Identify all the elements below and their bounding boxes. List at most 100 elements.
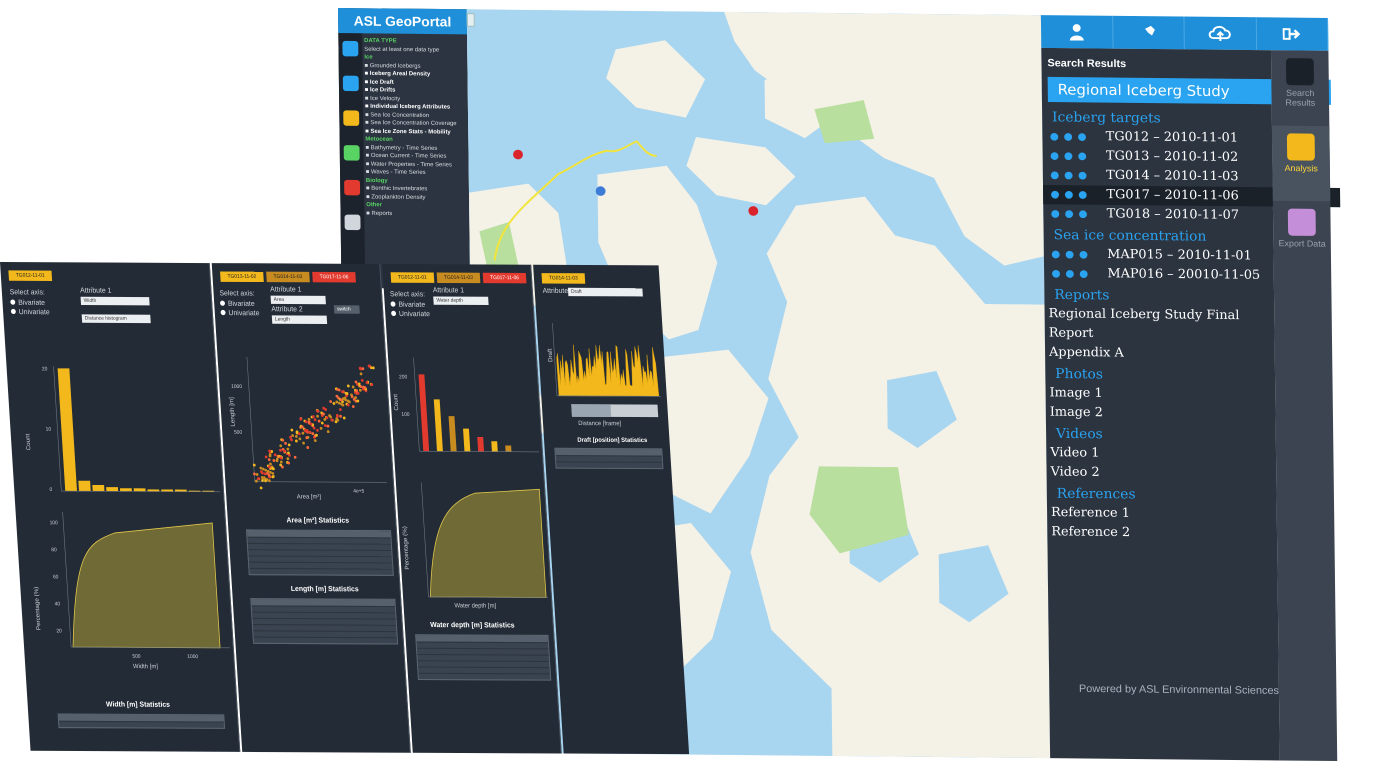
panel-tab[interactable]: TG012-11-01 [8, 270, 53, 281]
scatter-point [273, 453, 277, 457]
radio-bivariate[interactable]: Bivariate [219, 300, 255, 308]
location-icon[interactable] [1051, 250, 1060, 259]
upload-cloud-icon[interactable] [1184, 16, 1257, 51]
app-brand[interactable]: ASL GeoPortal [338, 8, 468, 35]
rail-button-search-results[interactable]: Search Results [1271, 50, 1329, 126]
radio-bivariate[interactable]: Bivariate [10, 299, 45, 307]
stats-title: Length [m] Statistics [290, 585, 359, 594]
scatter-point [351, 405, 355, 409]
radio-univariate[interactable]: Univariate [10, 308, 50, 316]
data-type-list: DATA TYPE Select at least one data type … [364, 37, 466, 285]
scatter-point [255, 473, 259, 476]
row-label: Video 2 [1050, 464, 1100, 480]
search-results-panel: Search Results Regional Iceberg Study Ic… [1041, 47, 1341, 761]
document-icon [1285, 58, 1314, 86]
pin-icon[interactable] [1112, 15, 1185, 50]
data-type-option[interactable]: ■ Benthic Invertebrates [366, 185, 465, 194]
data-type-option[interactable]: ■ Ocean Current - Time Series [366, 152, 465, 161]
eye-icon[interactable] [1064, 133, 1073, 141]
explore-icon[interactable] [343, 110, 360, 126]
eye-icon[interactable] [1064, 171, 1073, 180]
scatter-point [279, 448, 282, 452]
location-icon[interactable] [1050, 152, 1059, 161]
data-type-option[interactable]: ■ Waves - Time Series [366, 168, 465, 177]
institution-icon[interactable] [344, 179, 361, 196]
chart-icon[interactable] [1078, 133, 1087, 141]
switch-button[interactable]: switch [333, 305, 360, 314]
attribute-select[interactable]: Water depth [433, 296, 489, 306]
scatter-point [329, 400, 333, 404]
scatter-point [297, 432, 301, 436]
eye-icon[interactable] [1064, 190, 1073, 199]
panel-tab[interactable]: TG017-11-06 [312, 271, 356, 283]
chart-icon[interactable] [1078, 210, 1087, 219]
row-label: Image 1 [1049, 385, 1103, 401]
draft-series [556, 344, 660, 397]
scatter-point [293, 455, 297, 459]
location-icon[interactable] [1050, 171, 1059, 180]
data-type-option[interactable]: ■ Iceberg Areal Density [365, 70, 464, 79]
data-type-option[interactable]: ■ Reports [366, 209, 465, 218]
scatter-point [323, 424, 327, 427]
scatter-point [284, 441, 287, 445]
scatter-point [279, 463, 283, 467]
location-icon[interactable] [1050, 132, 1059, 141]
radio-bivariate[interactable]: Bivariate [390, 301, 425, 309]
panel-tab[interactable]: TG017-11-06 [482, 272, 527, 284]
rail-button-export-data[interactable]: Export Data [1273, 201, 1331, 277]
analysis-panels: TG012-11-01 Select axis: Bivariate Univa… [0, 262, 717, 765]
collapse-icon[interactable] [344, 214, 361, 231]
chart-icon[interactable] [1078, 152, 1087, 161]
logout-icon[interactable] [1256, 17, 1329, 51]
scatter-point [259, 486, 263, 490]
chart-icon[interactable] [1079, 270, 1088, 279]
scatter-point [335, 400, 339, 404]
eye-icon[interactable] [1065, 250, 1074, 259]
scatter-point [335, 394, 339, 398]
x-axis-label: Distance [frame] [578, 420, 622, 428]
distance-histogram-button[interactable]: Distance histogram [81, 314, 151, 324]
panel-tab[interactable]: TG013-11-02 [220, 271, 264, 283]
time-icon[interactable] [343, 145, 360, 161]
scatter-point [287, 461, 291, 465]
y-axis-label: Draft [547, 348, 555, 363]
histogram-bar [463, 428, 471, 452]
scatter-point [317, 419, 321, 423]
radio-univariate[interactable]: Univariate [391, 310, 430, 318]
attribute1-select[interactable]: Area [270, 295, 326, 305]
row-label: TG014 – 2010-11-03 [1106, 168, 1239, 185]
search-icon[interactable] [342, 40, 359, 57]
scatter-point [269, 470, 272, 474]
data-type-option[interactable]: ■ Sea Ice Concentration Coverage [365, 119, 464, 128]
rail-button-analysis[interactable]: Analysis [1271, 125, 1331, 202]
user-icon[interactable] [1040, 15, 1114, 49]
scatter-point [290, 438, 293, 442]
panel-tab[interactable]: TG014-11-03 [541, 273, 586, 284]
attribute-select[interactable]: Draft [567, 287, 643, 297]
data-type-option[interactable]: ■ Individual Iceberg Attributes [365, 103, 464, 112]
scatter-point [286, 457, 290, 461]
panel-tab[interactable]: TG012-11-01 [390, 272, 435, 283]
attribute2-select[interactable]: Length [271, 315, 328, 324]
scatter-point [271, 471, 275, 475]
analysis-panel-2: TG013-11-02 TG014-11-03 TG017-11-06 Select… [211, 263, 411, 753]
radio-univariate[interactable]: Univariate [220, 309, 260, 317]
eye-icon[interactable] [1064, 152, 1073, 161]
eye-icon[interactable] [1065, 270, 1074, 278]
y-tick: 20 [56, 628, 62, 634]
row-label: TG013 – 2010-11-02 [1105, 148, 1239, 165]
histogram-bar [477, 437, 485, 452]
location-icon[interactable] [1051, 210, 1060, 218]
asl-logo-icon[interactable] [342, 75, 359, 92]
panel-tab[interactable]: TG014-11-03 [436, 272, 481, 284]
attribute-select[interactable]: Width [80, 296, 150, 306]
chart-icon[interactable] [1078, 171, 1087, 180]
location-icon[interactable] [1051, 190, 1060, 199]
zoom-in-button[interactable] [466, 13, 475, 27]
panel-tab[interactable]: TG014-11-03 [266, 271, 310, 283]
eye-icon[interactable] [1065, 210, 1074, 219]
chart-icon[interactable] [1079, 250, 1088, 259]
chart-icon[interactable] [1078, 191, 1087, 199]
scatter-point [313, 418, 317, 422]
location-icon[interactable] [1051, 269, 1061, 278]
